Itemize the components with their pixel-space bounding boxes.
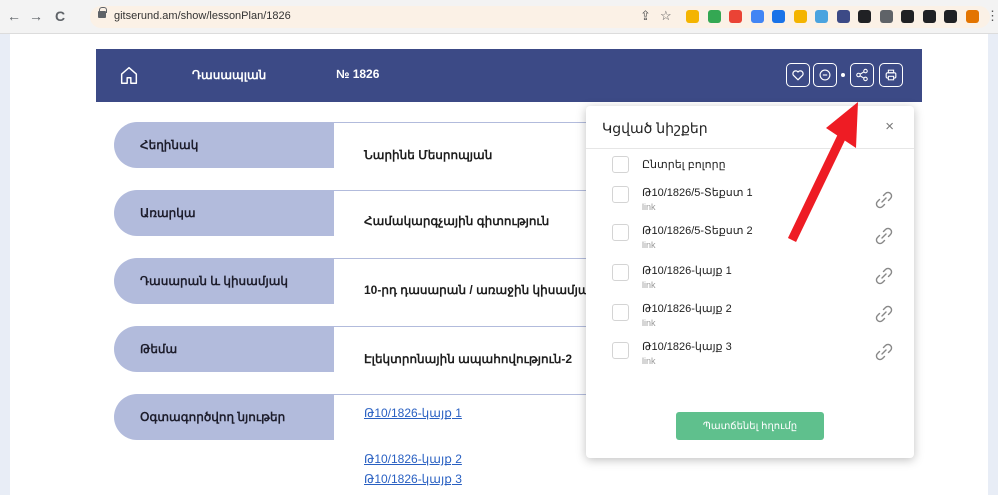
file-checkbox[interactable] xyxy=(612,264,629,281)
comment-button[interactable] xyxy=(813,63,837,87)
extension-icon[interactable] xyxy=(707,10,721,23)
row-divider xyxy=(334,394,600,395)
print-icon xyxy=(885,69,897,81)
extension-icon[interactable] xyxy=(729,10,742,23)
extension-icon[interactable] xyxy=(793,10,807,23)
topic-value: Էլեկտրոնային ապահովություն-2 xyxy=(364,352,573,366)
subject-value: Համակարգչային գիտություն xyxy=(364,214,550,228)
heart-icon xyxy=(792,70,804,81)
extension-icon[interactable] xyxy=(750,10,764,23)
file-checkbox[interactable] xyxy=(612,342,629,359)
share-page-icon[interactable]: ⇪ xyxy=(640,8,651,24)
material-link[interactable]: Թ10/1826-կայք 1 xyxy=(364,406,462,420)
extension-icon[interactable] xyxy=(965,10,979,23)
home-icon[interactable] xyxy=(118,64,140,86)
reload-button[interactable]: C xyxy=(52,8,68,24)
separator-dot xyxy=(841,73,845,77)
file-type: link xyxy=(642,240,656,250)
link-icon[interactable] xyxy=(874,266,894,286)
row-divider xyxy=(334,258,600,259)
popup-title: Կցված նիշքեր xyxy=(602,120,708,136)
subject-label: Առարկա xyxy=(114,190,334,236)
share-button[interactable] xyxy=(850,63,874,87)
file-title: Թ10/1826/5-Տեքստ 1 xyxy=(642,187,753,199)
material-link[interactable]: Թ10/1826-կայք 2 xyxy=(364,452,462,466)
lesson-number: № 1826 xyxy=(336,67,380,81)
forward-button[interactable]: → xyxy=(28,8,44,24)
extension-icon[interactable] xyxy=(815,10,828,23)
file-title: Թ10/1826-կայք 2 xyxy=(642,303,732,315)
extension-icon[interactable] xyxy=(858,10,871,23)
file-checkbox[interactable] xyxy=(612,186,629,203)
red-arrow-annotation xyxy=(787,102,858,242)
file-title: Թ10/1826-կայք 3 xyxy=(642,341,732,353)
extension-icon[interactable] xyxy=(944,10,957,23)
link-icon[interactable] xyxy=(874,342,894,362)
page-title: Դասապլան xyxy=(192,68,267,82)
share-icon xyxy=(856,68,868,82)
file-checkbox[interactable] xyxy=(612,224,629,241)
file-type: link xyxy=(642,280,656,290)
print-button[interactable] xyxy=(879,63,903,87)
topic-label: Թեմա xyxy=(114,326,334,372)
material-link[interactable]: Թ10/1826-կայք 3 xyxy=(364,472,462,486)
row-divider xyxy=(334,326,600,327)
extension-icon[interactable] xyxy=(772,10,785,23)
row-divider xyxy=(334,190,600,191)
lock-icon xyxy=(98,7,107,18)
grade-value: 10-րդ դասարան / առաջին կիսամյակ xyxy=(364,283,598,297)
author-value: Նարինե Մեսրոպյան xyxy=(364,148,493,162)
back-button[interactable]: ← xyxy=(6,8,22,24)
extension-icon[interactable] xyxy=(686,10,699,23)
browser-menu-icon[interactable]: ⋮ xyxy=(986,8,998,24)
file-checkbox[interactable] xyxy=(612,304,629,321)
copy-link-button[interactable]: Պատճենել հղումը xyxy=(676,412,824,440)
extension-icon[interactable] xyxy=(901,10,914,23)
select-all-checkbox[interactable] xyxy=(612,156,629,173)
author-label: Հեղինակ xyxy=(114,122,334,168)
grade-label: Դասարան և կիսամյակ xyxy=(114,258,334,304)
close-icon[interactable]: × xyxy=(885,118,894,135)
extension-icon[interactable] xyxy=(879,10,893,23)
comment-icon xyxy=(819,69,831,81)
file-title: Թ10/1826/5-Տեքստ 2 xyxy=(642,225,753,237)
link-icon[interactable] xyxy=(874,304,894,324)
url-text[interactable]: gitserund.am/show/lessonPlan/1826 xyxy=(114,10,291,22)
browser-toolbar: ← → C gitserund.am/show/lessonPlan/1826 … xyxy=(0,0,998,34)
file-type: link xyxy=(642,356,656,366)
row-divider xyxy=(334,122,600,123)
favorite-button[interactable] xyxy=(786,63,810,87)
file-title: Թ10/1826-կայք 1 xyxy=(642,265,732,277)
materials-label: Օգտագործվող նյութեր xyxy=(114,394,334,440)
select-all-label[interactable]: Ընտրել բոլորը xyxy=(642,158,726,171)
extension-icon[interactable] xyxy=(836,10,850,23)
file-type: link xyxy=(642,202,656,212)
file-type: link xyxy=(642,318,656,328)
lesson-header: Դասապլան № 1826 xyxy=(96,49,922,102)
bookmark-star-icon[interactable]: ☆ xyxy=(660,8,672,24)
extension-icon[interactable] xyxy=(922,10,936,23)
